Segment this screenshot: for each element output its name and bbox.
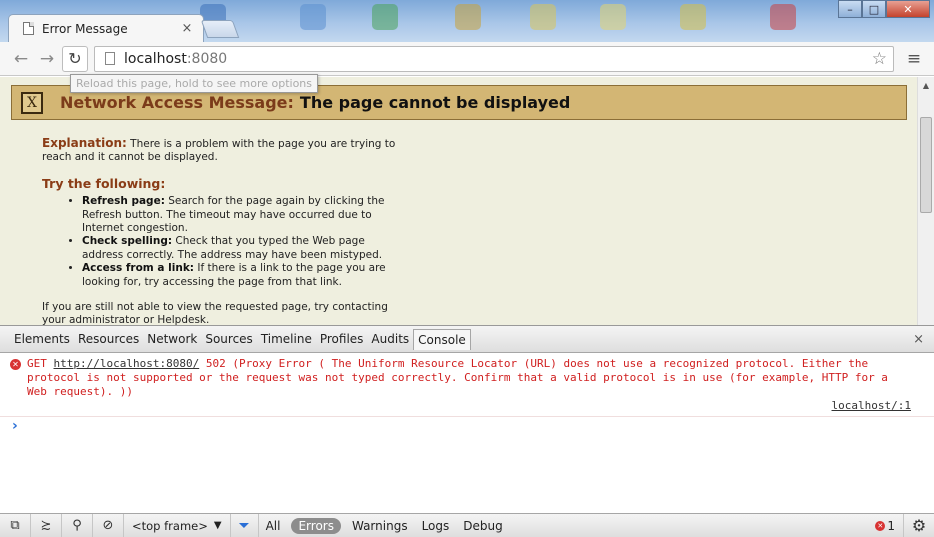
request-url-link[interactable]: http://localhost:8080/ (54, 357, 200, 370)
request-method: GET (27, 357, 47, 370)
page-icon (105, 52, 115, 65)
error-content: Explanation: There is a problem with the… (42, 136, 407, 325)
banner-lead: Network Access Message: (60, 93, 294, 112)
banner-close-icon: X (21, 91, 43, 114)
devtools-panel: Elements Resources Network Sources Timel… (0, 325, 934, 537)
reload-button[interactable]: ↻ (62, 45, 88, 72)
forward-button[interactable]: → (34, 46, 60, 72)
level-warnings[interactable]: Warnings (345, 519, 415, 533)
tab-elements[interactable]: Elements (10, 329, 74, 350)
desktop-background-icon (455, 4, 481, 30)
contact-text: If you are still not able to view the re… (42, 301, 388, 325)
desktop-background-icon (680, 4, 706, 30)
tip-title: Access from a link: (82, 262, 195, 275)
level-debug[interactable]: Debug (456, 519, 509, 533)
reload-tooltip: Reload this page, hold to see more optio… (70, 74, 319, 93)
drawer-toggle-icon[interactable]: ≿ (31, 513, 62, 537)
console-output: ✕ GET http://localhost:8080/ 502 (Proxy … (0, 354, 934, 514)
tab-resources[interactable]: Resources (74, 329, 143, 350)
browser-toolbar: ← → ↻ localhost:8080 ☆ ≡ (0, 42, 934, 76)
level-logs[interactable]: Logs (415, 519, 457, 533)
error-counter[interactable]: ✕ 1 (875, 513, 904, 537)
desktop-background-icon (530, 4, 556, 30)
frame-select[interactable]: <top frame> ▼ (124, 513, 231, 537)
chevron-down-icon: ▼ (213, 520, 222, 531)
close-icon[interactable]: × (179, 21, 195, 36)
dock-icon[interactable]: ⧉ (0, 513, 31, 537)
url-text[interactable]: localhost:8080 (124, 51, 872, 67)
search-icon[interactable]: ⚲ (62, 513, 93, 537)
level-all[interactable]: All (259, 519, 288, 533)
tab-audits[interactable]: Audits (367, 329, 413, 350)
banner-message: The page cannot be displayed (299, 93, 571, 112)
tip-title: Check spelling: (82, 235, 173, 248)
explanation: Explanation: There is a problem with the… (42, 136, 407, 165)
desktop-background-icon (372, 4, 398, 30)
scroll-up-icon[interactable]: ▲ (918, 77, 934, 94)
star-icon[interactable]: ☆ (872, 49, 887, 69)
tab-network[interactable]: Network (143, 329, 201, 350)
source-link[interactable]: localhost/:1 (27, 399, 911, 413)
tab-profiles[interactable]: Profiles (316, 329, 368, 350)
title-bar: Error Message × – □ ✕ (0, 0, 934, 42)
devtools-statusbar: ⧉ ≿ ⚲ ⊘ <top frame> ▼ ⏷ All Errors Warni… (0, 513, 934, 537)
page-viewport: X Network Access Message: The page canno… (0, 77, 934, 325)
gear-icon[interactable]: ⚙ (904, 516, 934, 535)
list-item: Access from a link: If there is a link t… (82, 262, 407, 289)
tab-title: Error Message (42, 21, 128, 36)
url-port: :8080 (186, 50, 228, 67)
error-icon: ✕ (875, 520, 886, 531)
tab-timeline[interactable]: Timeline (257, 329, 316, 350)
desktop-background-icon (770, 4, 796, 30)
scroll-thumb[interactable] (920, 117, 932, 213)
page-scrollbar[interactable]: ▲ (917, 77, 934, 325)
page-icon (23, 22, 34, 35)
close-window-button[interactable]: ✕ (886, 0, 930, 18)
tips-list: Refresh page: Search for the page again … (82, 195, 407, 289)
explanation-heading: Explanation: (42, 136, 127, 150)
tab-sources[interactable]: Sources (201, 329, 256, 350)
error-icon: ✕ (10, 359, 21, 370)
browser-tab[interactable]: Error Message × (8, 14, 204, 42)
filter-icon[interactable]: ⏷ (231, 513, 259, 537)
window-controls: – □ ✕ (838, 0, 930, 18)
clear-console-icon[interactable]: ⊘ (93, 513, 124, 537)
desktop-background-icon (600, 4, 626, 30)
desktop-background-icon (300, 4, 326, 30)
try-heading: Try the following: (42, 175, 166, 191)
close-icon[interactable]: × (913, 332, 924, 347)
maximize-button[interactable]: □ (862, 0, 886, 18)
list-item: Check spelling: Check that you typed the… (82, 235, 407, 262)
url-host: localhost (124, 50, 187, 67)
console-error-message: ✕ GET http://localhost:8080/ 502 (Proxy … (0, 354, 934, 417)
frame-select-value: <top frame> (132, 518, 208, 533)
tab-console[interactable]: Console (413, 328, 471, 350)
error-count: 1 (887, 518, 895, 533)
address-bar[interactable]: localhost:8080 ☆ (94, 45, 894, 72)
level-errors[interactable]: Errors (291, 517, 341, 534)
list-item: Refresh page: Search for the page again … (82, 195, 407, 235)
console-prompt[interactable]: › (0, 417, 934, 435)
menu-icon[interactable]: ≡ (902, 49, 926, 69)
tip-title: Refresh page: (82, 195, 165, 208)
prompt-icon: › (12, 418, 18, 434)
devtools-tabs: Elements Resources Network Sources Timel… (0, 326, 934, 353)
new-tab-button[interactable] (200, 20, 240, 38)
back-button[interactable]: ← (8, 46, 34, 72)
minimize-button[interactable]: – (838, 0, 862, 18)
